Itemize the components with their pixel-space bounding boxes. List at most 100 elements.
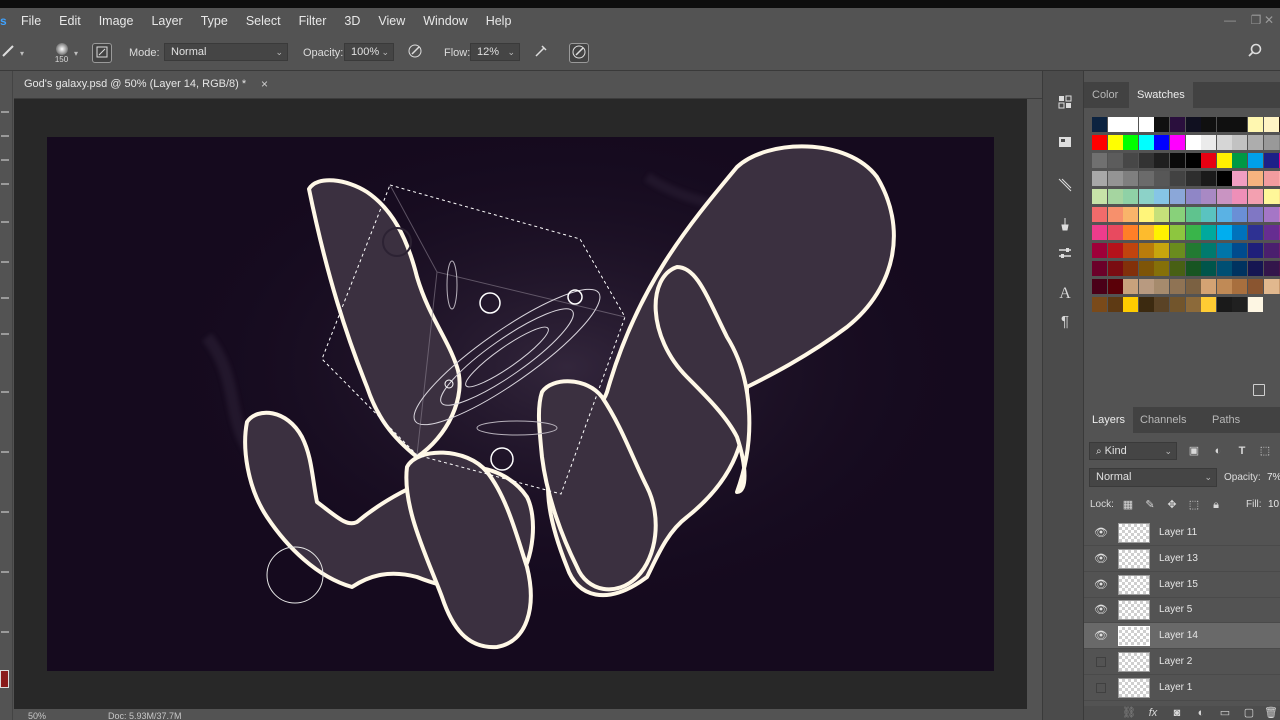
close-document-icon[interactable]: × [261,71,268,98]
swatch[interactable] [1107,297,1123,312]
swatch[interactable] [1107,279,1123,294]
swatch[interactable] [1232,153,1248,168]
paragraph-icon[interactable]: ¶ [1055,312,1075,332]
swatch[interactable] [1185,261,1201,276]
swatch[interactable] [1201,153,1217,168]
swatch[interactable] [1185,189,1201,204]
swatch[interactable] [1263,153,1279,168]
tool-slot-icon[interactable] [1,297,9,299]
layer-mask-icon[interactable]: ◙ [1170,706,1184,720]
swatch[interactable] [1138,189,1154,204]
swatch[interactable] [1216,243,1232,258]
swatch[interactable] [1263,207,1279,222]
tool-slot-icon[interactable] [1,135,9,137]
swatch[interactable] [1123,171,1139,186]
swatch[interactable] [1107,207,1123,222]
blend-mode-select[interactable]: Normal ⌄ [1089,468,1217,487]
swatch[interactable] [1248,189,1263,204]
layer-thumbnail[interactable] [1118,677,1150,698]
swatch[interactable] [1263,243,1279,258]
lock-pixels-icon[interactable]: ✎ [1143,498,1157,512]
swatch[interactable] [1201,207,1217,222]
visibility-toggle[interactable] [1096,682,1106,693]
swatch[interactable] [1201,261,1217,276]
brush-picker-caret-icon[interactable]: ▾ [74,35,82,71]
swatch[interactable] [1216,279,1232,294]
filter-type-icon[interactable]: T [1235,444,1249,458]
delete-layer-icon[interactable]: 🗑︎ [1264,706,1278,720]
menu-window[interactable]: Window [414,8,476,35]
tool-slot-icon[interactable] [1,159,9,161]
swatch[interactable] [1232,243,1248,258]
opacity-input[interactable]: 100% ⌄ [344,43,394,61]
new-group-icon[interactable]: ▭ [1218,706,1232,720]
properties-icon[interactable] [1055,134,1075,154]
menu-layer[interactable]: Layer [142,8,191,35]
swatch[interactable] [1138,135,1154,150]
swatch[interactable] [1107,189,1123,204]
swatch[interactable] [1248,135,1263,150]
tab-swatches[interactable]: Swatches [1129,82,1193,108]
swatch[interactable] [1107,261,1123,276]
swatch[interactable] [1185,117,1201,132]
swatch[interactable] [1216,171,1232,186]
tool-slot-icon[interactable] [1,333,9,335]
swatch[interactable] [1123,207,1139,222]
swatch[interactable] [1201,279,1217,294]
new-layer-icon[interactable]: ▢ [1242,706,1256,720]
swatch[interactable] [1154,279,1170,294]
tab-color[interactable]: Color [1084,82,1126,108]
swatch[interactable] [1248,243,1263,258]
swatch[interactable] [1170,189,1185,204]
swatch[interactable] [1154,153,1170,168]
swatch[interactable] [1138,297,1154,312]
layer-row[interactable]: 👁︎ Layer 14 [1084,623,1280,650]
layer-thumbnail[interactable] [1118,626,1150,647]
swatch[interactable] [1154,117,1170,132]
swatch[interactable] [1216,117,1232,132]
tool-slot-icon[interactable] [1,571,9,573]
visibility-eye-icon[interactable]: 👁︎ [1094,526,1108,540]
swatch[interactable] [1123,243,1139,258]
document-tab[interactable]: God's galaxy.psd @ 50% (Layer 14, RGB/8)… [14,71,274,98]
tool-slot-icon[interactable] [1,511,9,513]
visibility-eye-icon[interactable]: 👁︎ [1094,629,1108,643]
swatch[interactable] [1201,135,1217,150]
brush-preset-picker[interactable]: 150 [46,35,72,71]
swatch[interactable] [1248,225,1263,240]
swatch[interactable] [1248,261,1263,276]
menu-filter[interactable]: Filter [290,8,336,35]
vertical-scroll-gutter[interactable] [1027,99,1042,709]
swatch[interactable] [1092,171,1107,186]
foreground-color-swatch[interactable] [0,670,9,688]
lock-transparency-icon[interactable]: ▦ [1121,498,1135,512]
swatch[interactable] [1092,225,1107,240]
visibility-toggle[interactable] [1096,657,1106,667]
tool-preset-caret-icon[interactable]: ▾ [20,35,28,71]
adjustments-icon[interactable] [1055,245,1075,265]
close-window-button[interactable]: ✕ [1258,8,1280,35]
swatch[interactable] [1092,117,1107,132]
mode-select[interactable]: Normal ⌄ [164,43,288,61]
swatch[interactable] [1138,171,1154,186]
swatch[interactable] [1232,117,1248,132]
swatch[interactable] [1248,153,1263,168]
swatch[interactable] [1185,297,1201,312]
swatch[interactable] [1232,189,1248,204]
layer-filter-select[interactable]: ⌕ Kind ⌄ [1089,442,1177,460]
swatch[interactable] [1123,297,1139,312]
flow-input[interactable]: 12% ⌄ [470,43,520,61]
layer-row[interactable]: 👁︎ Layer 11 [1084,520,1280,546]
swatch[interactable] [1170,225,1185,240]
swatch[interactable] [1138,207,1154,222]
swatch[interactable] [1248,117,1263,132]
swatch[interactable] [1154,261,1170,276]
swatch[interactable] [1232,261,1248,276]
layer-row[interactable]: 👁︎ Layer 5 [1084,597,1280,624]
adjustment-layer-icon[interactable]: ◐ [1194,706,1208,720]
swatch[interactable] [1185,207,1201,222]
filter-shape-icon[interactable]: ⬚ [1258,444,1272,458]
menu-select[interactable]: Select [237,8,290,35]
swatch[interactable] [1107,135,1123,150]
swatch[interactable] [1138,117,1154,132]
